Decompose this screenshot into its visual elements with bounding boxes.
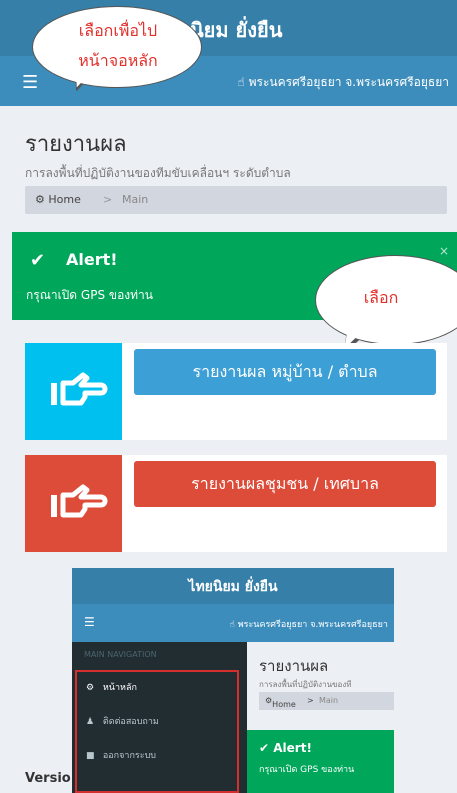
check-icon: ✔ bbox=[259, 741, 270, 755]
inset-breadcrumb-current: Main bbox=[319, 696, 339, 705]
page-title: รายงานผล bbox=[25, 132, 127, 157]
inset-page-title: รายงานผล bbox=[259, 657, 329, 675]
brand-title: นิยม ยั่งยืน bbox=[190, 18, 283, 42]
hand-pointer-icon: ☝ bbox=[229, 620, 235, 630]
callout-home-line2: หน้าจอหลัก bbox=[78, 51, 158, 70]
breadcrumb-separator: > bbox=[103, 193, 113, 206]
alert-message: กรุณาเปิด GPS ของท่าน bbox=[26, 288, 153, 302]
inset-breadcrumb: ⚙ Home > Main bbox=[259, 692, 394, 710]
close-icon[interactable]: × bbox=[439, 244, 449, 258]
inset-breadcrumb-separator: > bbox=[307, 696, 314, 705]
inset-navbar: ☰ ☝ พระนครศรีอยุธยา จ.พระนครศรีอยุธยา bbox=[72, 604, 394, 642]
callout-select-text: เลือก bbox=[363, 288, 399, 307]
village-report-card: รายงานผล หมู่บ้าน / ตำบล bbox=[25, 343, 447, 440]
location-label: ☝ พระนครศรีอยุธยา จ.พระนครศรีอยุธยา bbox=[237, 75, 449, 89]
inset-sidebar: MAIN NAVIGATION ⚙ หน้าหลัก ♟ ติดต่อสอบถา… bbox=[72, 642, 247, 793]
hamburger-icon[interactable]: ☰ bbox=[22, 72, 38, 93]
inset-alert-message: กรุณาเปิด GPS ของท่าน bbox=[259, 765, 355, 775]
breadcrumb: ⚙ Home > Main bbox=[25, 186, 447, 214]
inset-breadcrumb-home[interactable]: ⚙ Home bbox=[265, 696, 296, 709]
inset-main: รายงานผล การลงพื้นที่ปฏิบัติงานของที ⚙ H… bbox=[247, 642, 394, 793]
nav-header: MAIN NAVIGATION bbox=[84, 650, 157, 659]
breadcrumb-current: Main bbox=[122, 193, 149, 206]
callout-select: เลือก bbox=[315, 255, 457, 345]
hand-point-right-icon bbox=[25, 343, 122, 440]
inset-brand-bar: ไทยนิยม ยั่งยืน bbox=[72, 568, 394, 604]
inset-page-subtitle: การลงพื้นที่ปฏิบัติงานของที bbox=[259, 680, 352, 689]
check-icon: ✔ bbox=[30, 250, 46, 271]
inset-alert: ✔ Alert! กรุณาเปิด GPS ของท่าน bbox=[247, 730, 394, 793]
callout-home: เลือกเพื่อไป หน้าจอหลัก bbox=[32, 6, 202, 88]
hand-point-right-icon bbox=[25, 455, 122, 552]
page-subtitle: การลงพื้นที่ปฏิบัติงานของทีมขับเคลื่อนฯ … bbox=[25, 166, 291, 180]
breadcrumb-home[interactable]: ⚙ Home bbox=[35, 193, 81, 206]
inset-brand-title: ไทยนิยม ยั่งยืน bbox=[188, 579, 278, 595]
community-report-button[interactable]: รายงานผลชุมชน / เทศบาล bbox=[134, 461, 436, 507]
callout-home-line1: เลือกเพื่อไป bbox=[78, 21, 158, 40]
community-report-card: รายงานผลชุมชน / เทศบาล bbox=[25, 455, 447, 552]
inset-alert-title: ✔ Alert! bbox=[259, 741, 312, 755]
menu-highlight-box bbox=[75, 670, 239, 793]
inset-sidebar-screenshot: ไทยนิยม ยั่งยืน ☰ ☝ พระนครศรีอยุธยา จ.พร… bbox=[72, 568, 394, 793]
village-report-button[interactable]: รายงานผล หมู่บ้าน / ตำบล bbox=[134, 349, 436, 395]
alert-title: Alert! bbox=[66, 250, 118, 269]
version-label: Versio bbox=[25, 771, 71, 786]
dashboard-icon: ⚙ bbox=[35, 193, 45, 206]
hand-pointer-icon: ☝ bbox=[237, 75, 245, 89]
inset-location: ☝ พระนครศรีอยุธยา จ.พระนครศรีอยุธยา bbox=[229, 620, 388, 630]
hamburger-icon[interactable]: ☰ bbox=[84, 615, 95, 629]
